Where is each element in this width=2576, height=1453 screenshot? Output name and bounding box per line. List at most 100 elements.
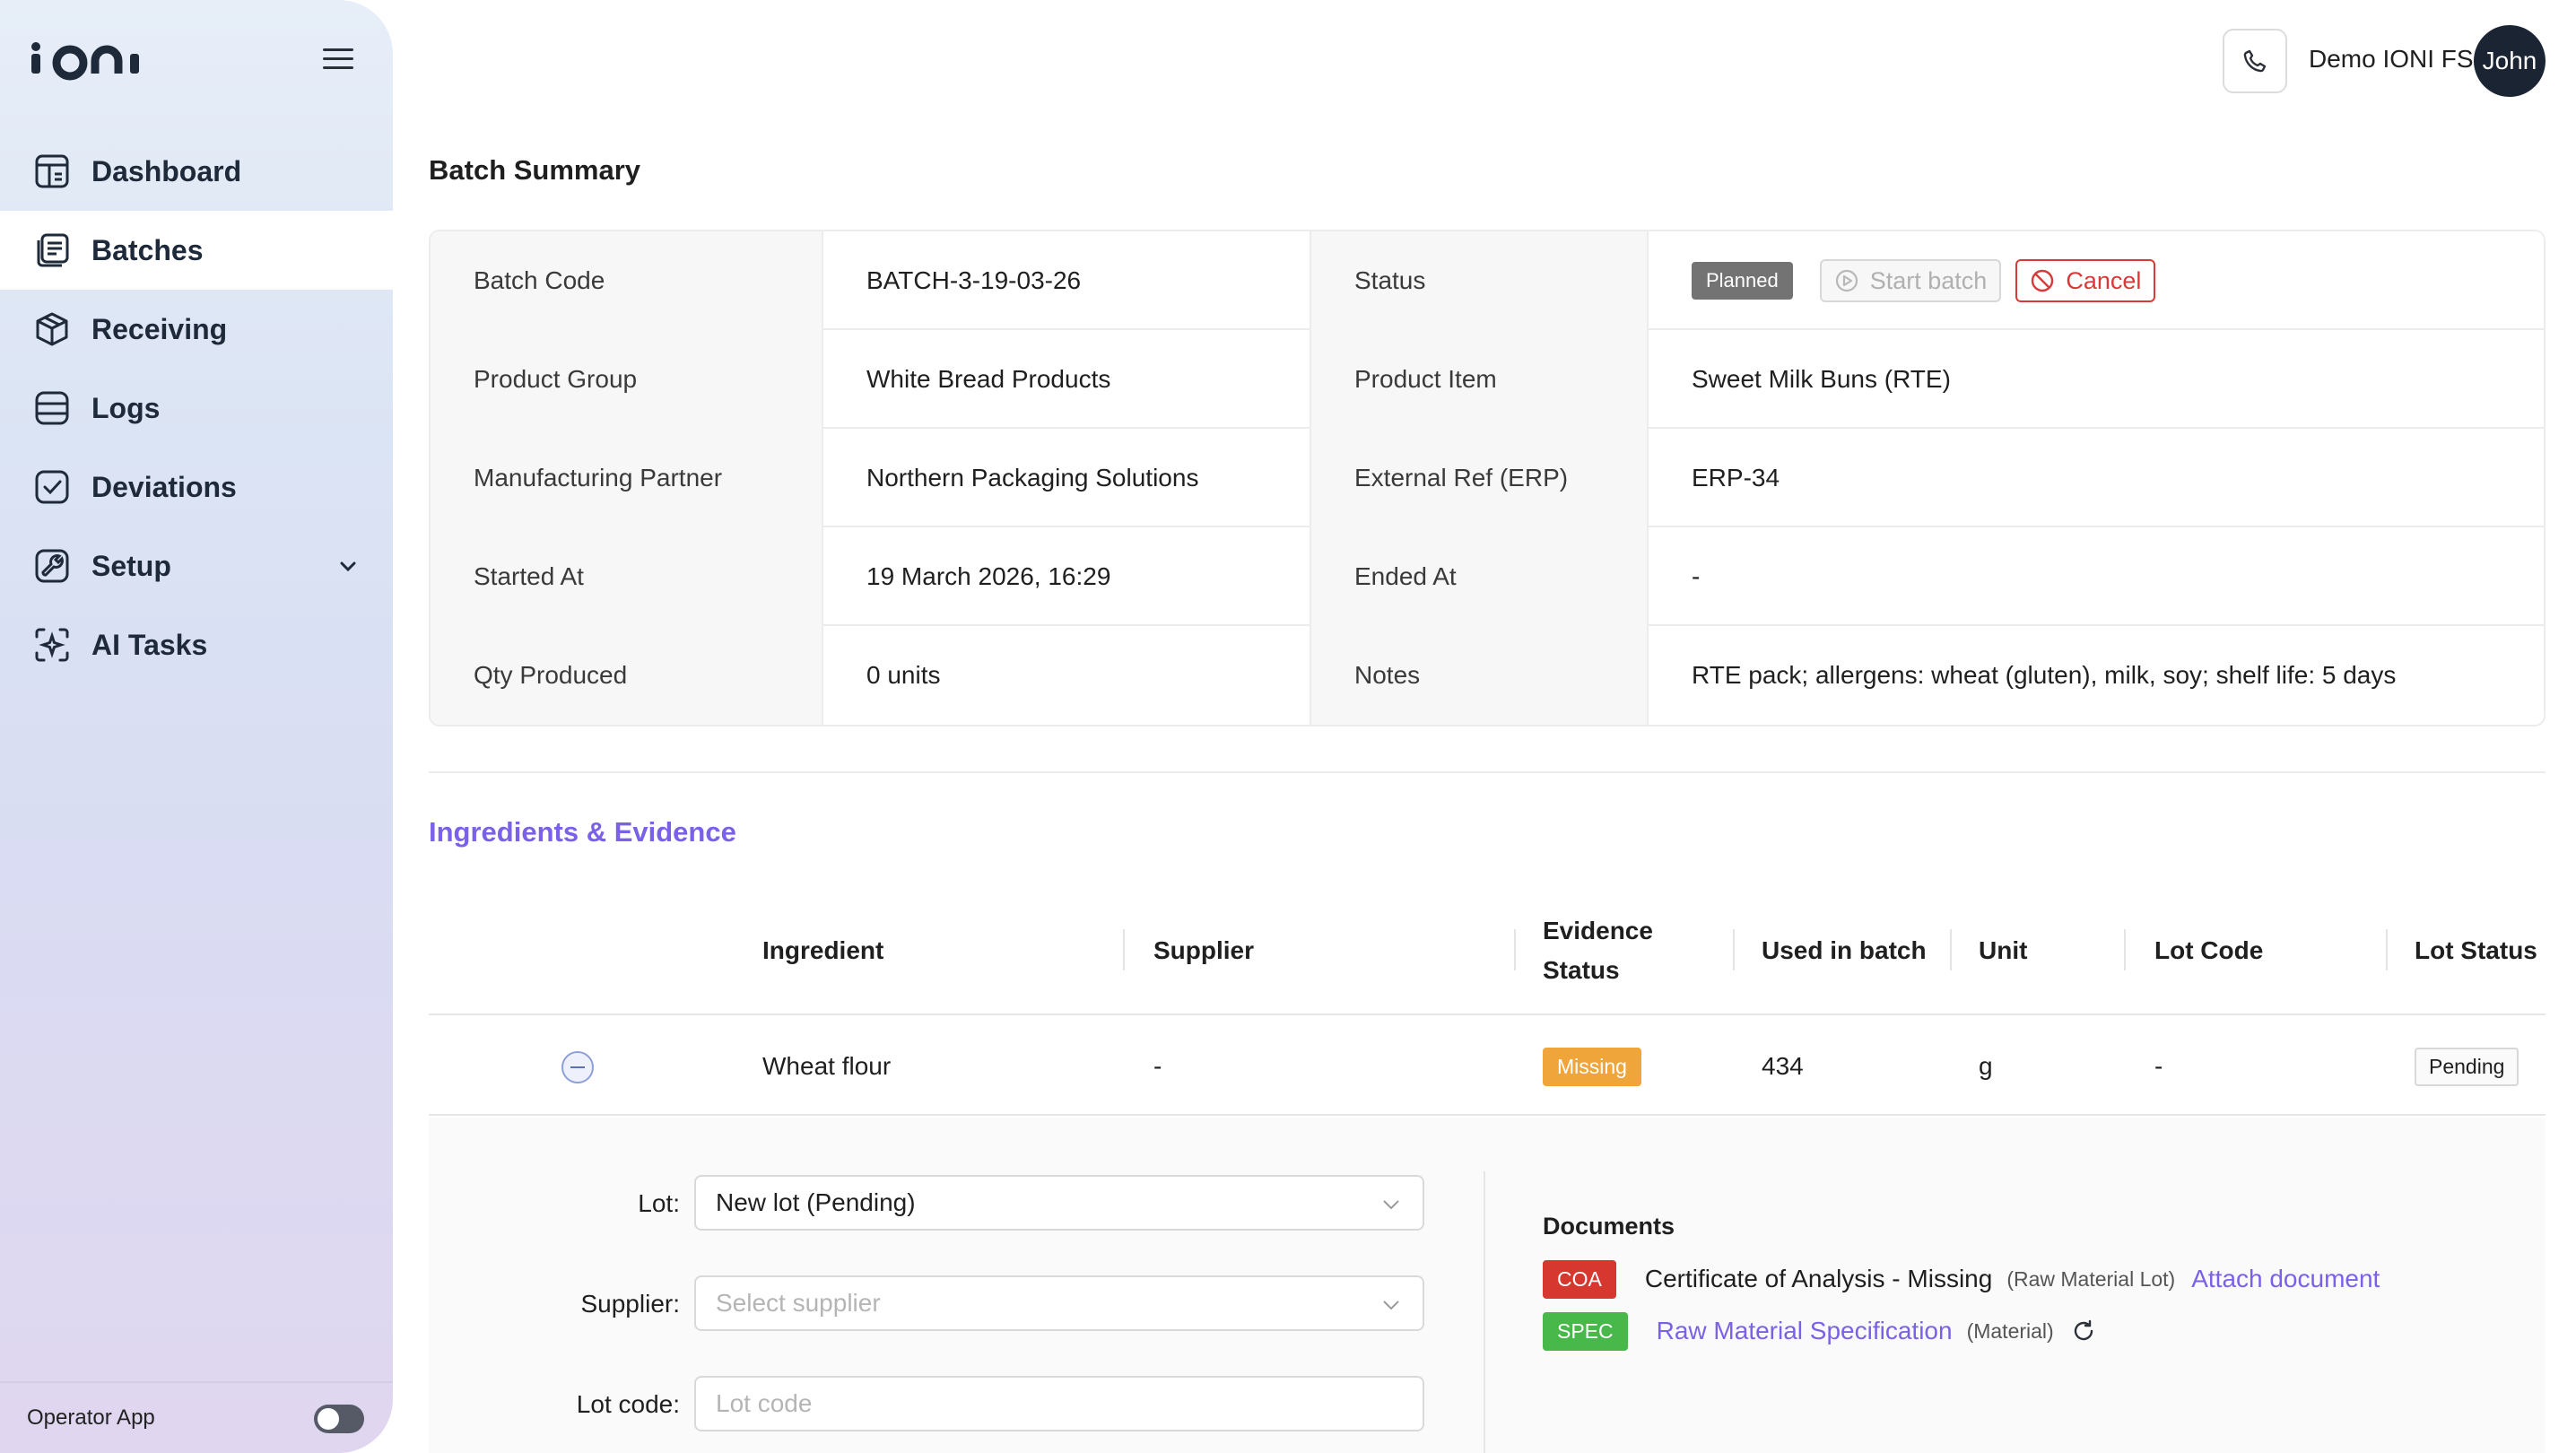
lot-select-value: New lot (Pending) xyxy=(716,1188,916,1216)
supplier-cell: - xyxy=(1153,1052,1162,1080)
column-header-evidence-status[interactable]: Evidence Status xyxy=(1543,911,1653,990)
menu-toggle-icon[interactable] xyxy=(323,48,353,74)
chevron-down-icon xyxy=(1383,1301,1399,1310)
cancel-button[interactable]: Cancel xyxy=(2015,259,2156,302)
summary-label: Batch Code xyxy=(431,231,823,330)
sidebar-item-receiving[interactable]: Receiving xyxy=(0,290,393,369)
phone-button[interactable] xyxy=(2223,29,2287,93)
sidebar-item-batches[interactable]: Batches xyxy=(0,211,393,290)
summary-label: Status xyxy=(1311,231,1649,330)
lot-select[interactable]: New lot (Pending) xyxy=(694,1175,1424,1231)
sidebar-item-logs[interactable]: Logs xyxy=(0,369,393,448)
ioni-logo[interactable] xyxy=(29,38,172,83)
sidebar-item-ai-tasks[interactable]: AI Tasks xyxy=(0,605,393,684)
section-divider xyxy=(429,771,2546,773)
document-name: Certificate of Analysis - Missing xyxy=(1644,1265,1993,1292)
evidence-status-cell: Missing xyxy=(1543,1017,1641,1116)
lot-status-badge: Pending xyxy=(2415,1047,2519,1086)
document-row-coa: COA Certificate of Analysis - Missing (R… xyxy=(1543,1259,2380,1299)
start-batch-label: Start batch xyxy=(1869,266,1988,294)
wrench-icon xyxy=(32,546,72,586)
sidebar-item-setup[interactable]: Setup xyxy=(0,526,393,605)
sidebar-item-deviations[interactable]: Deviations xyxy=(0,448,393,526)
column-header-supplier[interactable]: Supplier xyxy=(1153,931,1254,970)
ioni-logo-mark xyxy=(31,42,139,81)
ingredients-table-header: Ingredient Supplier Evidence Status Used… xyxy=(429,886,2546,1015)
panel-divider xyxy=(1484,1171,1485,1453)
qty-produced-value: 0 units xyxy=(823,626,1311,725)
lot-status-cell: Pending xyxy=(2415,1017,2519,1116)
summary-row-started-at: Started At 19 March 2026, 16:29 Ended At… xyxy=(431,527,2544,626)
column-header-used-in-batch[interactable]: Used in batch xyxy=(1762,931,1927,970)
page-title: Batch Summary xyxy=(429,154,641,186)
column-header-lot-status[interactable]: Lot Status xyxy=(2415,931,2537,970)
operator-app-label: Operator App xyxy=(27,1405,155,1430)
summary-label: External Ref (ERP) xyxy=(1311,429,1649,527)
document-scope: (Raw Material Lot) xyxy=(2006,1266,2176,1291)
document-row-spec: SPEC Raw Material Specification (Materia… xyxy=(1543,1311,2097,1351)
sidebar-footer: Operator App xyxy=(0,1381,393,1453)
summary-label: Notes xyxy=(1311,626,1649,725)
ai-sparkle-icon xyxy=(32,625,72,665)
spec-tag: SPEC xyxy=(1543,1311,1628,1351)
user-name[interactable]: Demo IONI FS xyxy=(2309,45,2474,74)
sidebar-nav: Dashboard Batches Receiving Logs Deviati… xyxy=(0,132,393,684)
sidebar: Dashboard Batches Receiving Logs Deviati… xyxy=(0,0,393,1453)
summary-label: Qty Produced xyxy=(431,626,823,725)
notes-value: RTE pack; allergens: wheat (gluten), mil… xyxy=(1692,661,2397,689)
column-separator xyxy=(1123,929,1125,970)
ingredient-cell: Wheat flour xyxy=(762,1052,892,1080)
phone-icon xyxy=(2243,49,2267,73)
coa-tag: COA xyxy=(1543,1259,1616,1299)
lot-code-placeholder: Lot code xyxy=(716,1389,813,1417)
column-separator xyxy=(1950,929,1952,970)
sidebar-item-label: Setup xyxy=(91,549,171,582)
batch-summary-table: Batch Code BATCH-3-19-03-26 Status Plann… xyxy=(429,230,2546,726)
sidebar-item-label: Dashboard xyxy=(91,154,242,187)
collapse-row-button[interactable] xyxy=(561,1051,594,1083)
started-at-value: 19 March 2026, 16:29 xyxy=(823,527,1311,626)
sidebar-item-label: Deviations xyxy=(91,470,237,503)
ended-at-value: - xyxy=(1692,562,1701,590)
summary-label: Manufacturing Partner xyxy=(431,429,823,527)
avatar[interactable]: John xyxy=(2474,25,2546,97)
column-header-lot-code[interactable]: Lot Code xyxy=(2154,931,2263,970)
cancel-icon xyxy=(2032,269,2054,292)
specification-link[interactable]: Raw Material Specification xyxy=(1657,1317,1953,1345)
summary-label: Started At xyxy=(431,527,823,626)
status-cell: Planned Start batch Cancel xyxy=(1649,231,2544,330)
toggle-knob xyxy=(318,1408,339,1430)
sidebar-item-label: AI Tasks xyxy=(91,628,208,661)
column-separator xyxy=(1514,929,1516,970)
summary-row-product-group: Product Group White Bread Products Produ… xyxy=(431,330,2544,429)
document-scope: (Material) xyxy=(1966,1318,2054,1343)
column-header-text: Status xyxy=(1543,956,1620,984)
lot-code-input[interactable]: Lot code xyxy=(694,1376,1424,1431)
batches-icon xyxy=(32,231,72,270)
lot-code-cell: - xyxy=(2154,1052,2163,1080)
attach-document-link[interactable]: Attach document xyxy=(2191,1265,2380,1293)
ingredients-section-title: Ingredients & Evidence xyxy=(429,816,736,848)
summary-row-qty-produced: Qty Produced 0 units Notes RTE pack; all… xyxy=(431,626,2544,725)
dashboard-icon xyxy=(32,152,72,191)
chevron-down-icon xyxy=(1383,1200,1399,1210)
operator-app-toggle[interactable] xyxy=(314,1405,364,1433)
column-header-ingredient[interactable]: Ingredient xyxy=(762,931,883,970)
batch-code-value: BATCH-3-19-03-26 xyxy=(823,231,1311,330)
supplier-select-placeholder: Select supplier xyxy=(716,1289,881,1317)
table-row: Wheat flour - Missing 434 g - Pending xyxy=(429,1017,2546,1116)
product-item-value: Sweet Milk Buns (RTE) xyxy=(1692,365,1951,393)
column-separator xyxy=(1733,929,1735,970)
supplier-select[interactable]: Select supplier xyxy=(694,1275,1424,1331)
minus-icon xyxy=(570,1066,585,1068)
supplier-label: Supplier: xyxy=(580,1290,680,1318)
sidebar-item-dashboard[interactable]: Dashboard xyxy=(0,132,393,211)
ingredient-detail-panel: Lot: New lot (Pending) Supplier: Select … xyxy=(429,1118,2546,1453)
column-header-unit[interactable]: Unit xyxy=(1979,931,2027,970)
refresh-icon[interactable] xyxy=(2070,1318,2097,1344)
start-batch-button[interactable]: Start batch xyxy=(1819,259,2002,302)
chevron-down-icon[interactable] xyxy=(335,553,361,579)
check-square-icon xyxy=(32,467,72,507)
sidebar-item-label: Batches xyxy=(91,233,204,266)
sidebar-item-label: Logs xyxy=(91,391,161,424)
